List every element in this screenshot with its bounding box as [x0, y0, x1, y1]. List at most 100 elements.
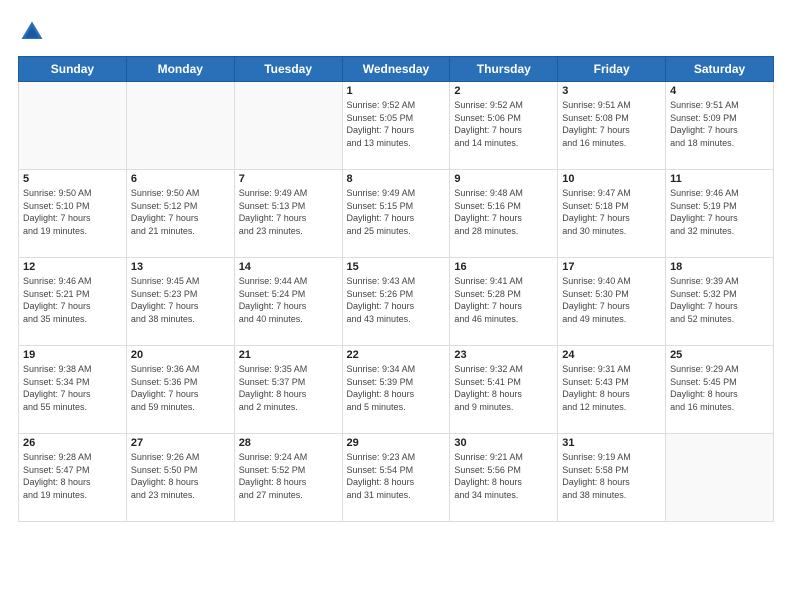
day-number: 2 [454, 85, 553, 97]
day-cell: 7Sunrise: 9:49 AM Sunset: 5:13 PM Daylig… [234, 170, 342, 258]
day-cell: 4 Sunrise: 9:51 AM Sunset: 5:09 PM Daylig… [666, 82, 774, 170]
day-info: Sunrise: 9:39 AM Sunset: 5:32 PM Dayligh… [670, 275, 769, 325]
week-row-1: 1 Sunrise: 9:52 AM Sunset: 5:05 PM Daylig… [19, 82, 774, 170]
day-number: 5 [23, 173, 122, 185]
day-cell: 13 Sunrise: 9:45 AM Sunset: 5:23 PM Dayli… [126, 258, 234, 346]
day-cell: 17Sunrise: 9:40 AM Sunset: 5:30 PM Dayli… [558, 258, 666, 346]
day-number: 30 [454, 437, 553, 449]
day-number: 22 [347, 349, 446, 361]
page: SundayMondayTuesdayWednesdayThursdayFrid… [0, 0, 792, 612]
day-cell: 2 Sunrise: 9:52 AM Sunset: 5:06 PM Daylig… [450, 82, 558, 170]
day-header-tuesday: Tuesday [234, 57, 342, 82]
day-info: Sunrise: 9:49 AM Sunset: 5:13 PM Dayligh… [239, 187, 338, 237]
day-number: 9 [454, 173, 553, 185]
day-number: 20 [131, 349, 230, 361]
day-number: 10 [562, 173, 661, 185]
day-cell: 21 Sunrise: 9:35 AM Sunset: 5:37 PM Dayli… [234, 346, 342, 434]
day-info: Sunrise: 9:36 AM Sunset: 5:36 PM Dayligh… [131, 363, 230, 413]
day-cell: 11 Sunrise: 9:46 AM Sunset: 5:19 PM Dayli… [666, 170, 774, 258]
day-info: Sunrise: 9:21 AM Sunset: 5:56 PM Dayligh… [454, 451, 553, 501]
week-row-2: 5 Sunrise: 9:50 AM Sunset: 5:10 PM Daylig… [19, 170, 774, 258]
day-number: 1 [347, 85, 446, 97]
day-cell: 20 Sunrise: 9:36 AM Sunset: 5:36 PM Dayli… [126, 346, 234, 434]
day-info: Sunrise: 9:41 AM Sunset: 5:28 PM Dayligh… [454, 275, 553, 325]
week-row-5: 26 Sunrise: 9:28 AM Sunset: 5:47 PM Dayli… [19, 434, 774, 522]
day-number: 21 [239, 349, 338, 361]
day-cell: 23Sunrise: 9:32 AM Sunset: 5:41 PM Dayli… [450, 346, 558, 434]
day-number: 27 [131, 437, 230, 449]
day-info: Sunrise: 9:29 AM Sunset: 5:45 PM Dayligh… [670, 363, 769, 413]
day-number: 17 [562, 261, 661, 273]
day-info: Sunrise: 9:32 AM Sunset: 5:41 PM Dayligh… [454, 363, 553, 413]
day-number: 12 [23, 261, 122, 273]
day-cell [666, 434, 774, 522]
day-info: Sunrise: 9:48 AM Sunset: 5:16 PM Dayligh… [454, 187, 553, 237]
day-info: Sunrise: 9:50 AM Sunset: 5:12 PM Dayligh… [131, 187, 230, 237]
day-cell [126, 82, 234, 170]
day-cell: 31 Sunrise: 9:19 AM Sunset: 5:58 PM Dayli… [558, 434, 666, 522]
day-info: Sunrise: 9:23 AM Sunset: 5:54 PM Dayligh… [347, 451, 446, 501]
logo-icon [18, 18, 46, 46]
day-info: Sunrise: 9:34 AM Sunset: 5:39 PM Dayligh… [347, 363, 446, 413]
day-cell [234, 82, 342, 170]
day-header-saturday: Saturday [666, 57, 774, 82]
day-number: 28 [239, 437, 338, 449]
day-number: 15 [347, 261, 446, 273]
day-info: Sunrise: 9:50 AM Sunset: 5:10 PM Dayligh… [23, 187, 122, 237]
day-number: 3 [562, 85, 661, 97]
week-row-4: 19Sunrise: 9:38 AM Sunset: 5:34 PM Dayli… [19, 346, 774, 434]
logo [18, 18, 50, 46]
day-cell: 29 Sunrise: 9:23 AM Sunset: 5:54 PM Dayli… [342, 434, 450, 522]
day-header-sunday: Sunday [19, 57, 127, 82]
day-info: Sunrise: 9:28 AM Sunset: 5:47 PM Dayligh… [23, 451, 122, 501]
day-number: 13 [131, 261, 230, 273]
day-number: 26 [23, 437, 122, 449]
day-header-wednesday: Wednesday [342, 57, 450, 82]
day-info: Sunrise: 9:45 AM Sunset: 5:23 PM Dayligh… [131, 275, 230, 325]
day-header-thursday: Thursday [450, 57, 558, 82]
day-cell: 24 Sunrise: 9:31 AM Sunset: 5:43 PM Dayli… [558, 346, 666, 434]
day-number: 25 [670, 349, 769, 361]
day-cell: 5 Sunrise: 9:50 AM Sunset: 5:10 PM Daylig… [19, 170, 127, 258]
day-number: 29 [347, 437, 446, 449]
day-cell: 25 Sunrise: 9:29 AM Sunset: 5:45 PM Dayli… [666, 346, 774, 434]
header [18, 18, 774, 46]
day-cell: 16 Sunrise: 9:41 AM Sunset: 5:28 PM Dayli… [450, 258, 558, 346]
day-number: 4 [670, 85, 769, 97]
day-cell: 30 Sunrise: 9:21 AM Sunset: 5:56 PM Dayli… [450, 434, 558, 522]
day-info: Sunrise: 9:52 AM Sunset: 5:06 PM Dayligh… [454, 99, 553, 149]
day-cell: 27 Sunrise: 9:26 AM Sunset: 5:50 PM Dayli… [126, 434, 234, 522]
day-cell [19, 82, 127, 170]
day-info: Sunrise: 9:51 AM Sunset: 5:09 PM Dayligh… [670, 99, 769, 149]
day-info: Sunrise: 9:51 AM Sunset: 5:08 PM Dayligh… [562, 99, 661, 149]
day-info: Sunrise: 9:24 AM Sunset: 5:52 PM Dayligh… [239, 451, 338, 501]
day-info: Sunrise: 9:49 AM Sunset: 5:15 PM Dayligh… [347, 187, 446, 237]
day-number: 18 [670, 261, 769, 273]
day-header-friday: Friday [558, 57, 666, 82]
calendar-header-row: SundayMondayTuesdayWednesdayThursdayFrid… [19, 57, 774, 82]
day-number: 6 [131, 173, 230, 185]
day-number: 16 [454, 261, 553, 273]
day-header-monday: Monday [126, 57, 234, 82]
day-cell: 6 Sunrise: 9:50 AM Sunset: 5:12 PM Daylig… [126, 170, 234, 258]
day-cell: 28 Sunrise: 9:24 AM Sunset: 5:52 PM Dayli… [234, 434, 342, 522]
calendar-table: SundayMondayTuesdayWednesdayThursdayFrid… [18, 56, 774, 522]
day-number: 31 [562, 437, 661, 449]
day-info: Sunrise: 9:26 AM Sunset: 5:50 PM Dayligh… [131, 451, 230, 501]
day-info: Sunrise: 9:19 AM Sunset: 5:58 PM Dayligh… [562, 451, 661, 501]
week-row-3: 12 Sunrise: 9:46 AM Sunset: 5:21 PM Dayli… [19, 258, 774, 346]
day-cell: 8Sunrise: 9:49 AM Sunset: 5:15 PM Daylig… [342, 170, 450, 258]
day-cell: 19Sunrise: 9:38 AM Sunset: 5:34 PM Dayli… [19, 346, 127, 434]
day-info: Sunrise: 9:46 AM Sunset: 5:21 PM Dayligh… [23, 275, 122, 325]
day-cell: 9 Sunrise: 9:48 AM Sunset: 5:16 PM Daylig… [450, 170, 558, 258]
day-info: Sunrise: 9:52 AM Sunset: 5:05 PM Dayligh… [347, 99, 446, 149]
day-number: 11 [670, 173, 769, 185]
day-info: Sunrise: 9:47 AM Sunset: 5:18 PM Dayligh… [562, 187, 661, 237]
day-cell: 18 Sunrise: 9:39 AM Sunset: 5:32 PM Dayli… [666, 258, 774, 346]
day-info: Sunrise: 9:44 AM Sunset: 5:24 PM Dayligh… [239, 275, 338, 325]
day-number: 24 [562, 349, 661, 361]
day-info: Sunrise: 9:31 AM Sunset: 5:43 PM Dayligh… [562, 363, 661, 413]
day-info: Sunrise: 9:46 AM Sunset: 5:19 PM Dayligh… [670, 187, 769, 237]
day-info: Sunrise: 9:35 AM Sunset: 5:37 PM Dayligh… [239, 363, 338, 413]
day-info: Sunrise: 9:43 AM Sunset: 5:26 PM Dayligh… [347, 275, 446, 325]
